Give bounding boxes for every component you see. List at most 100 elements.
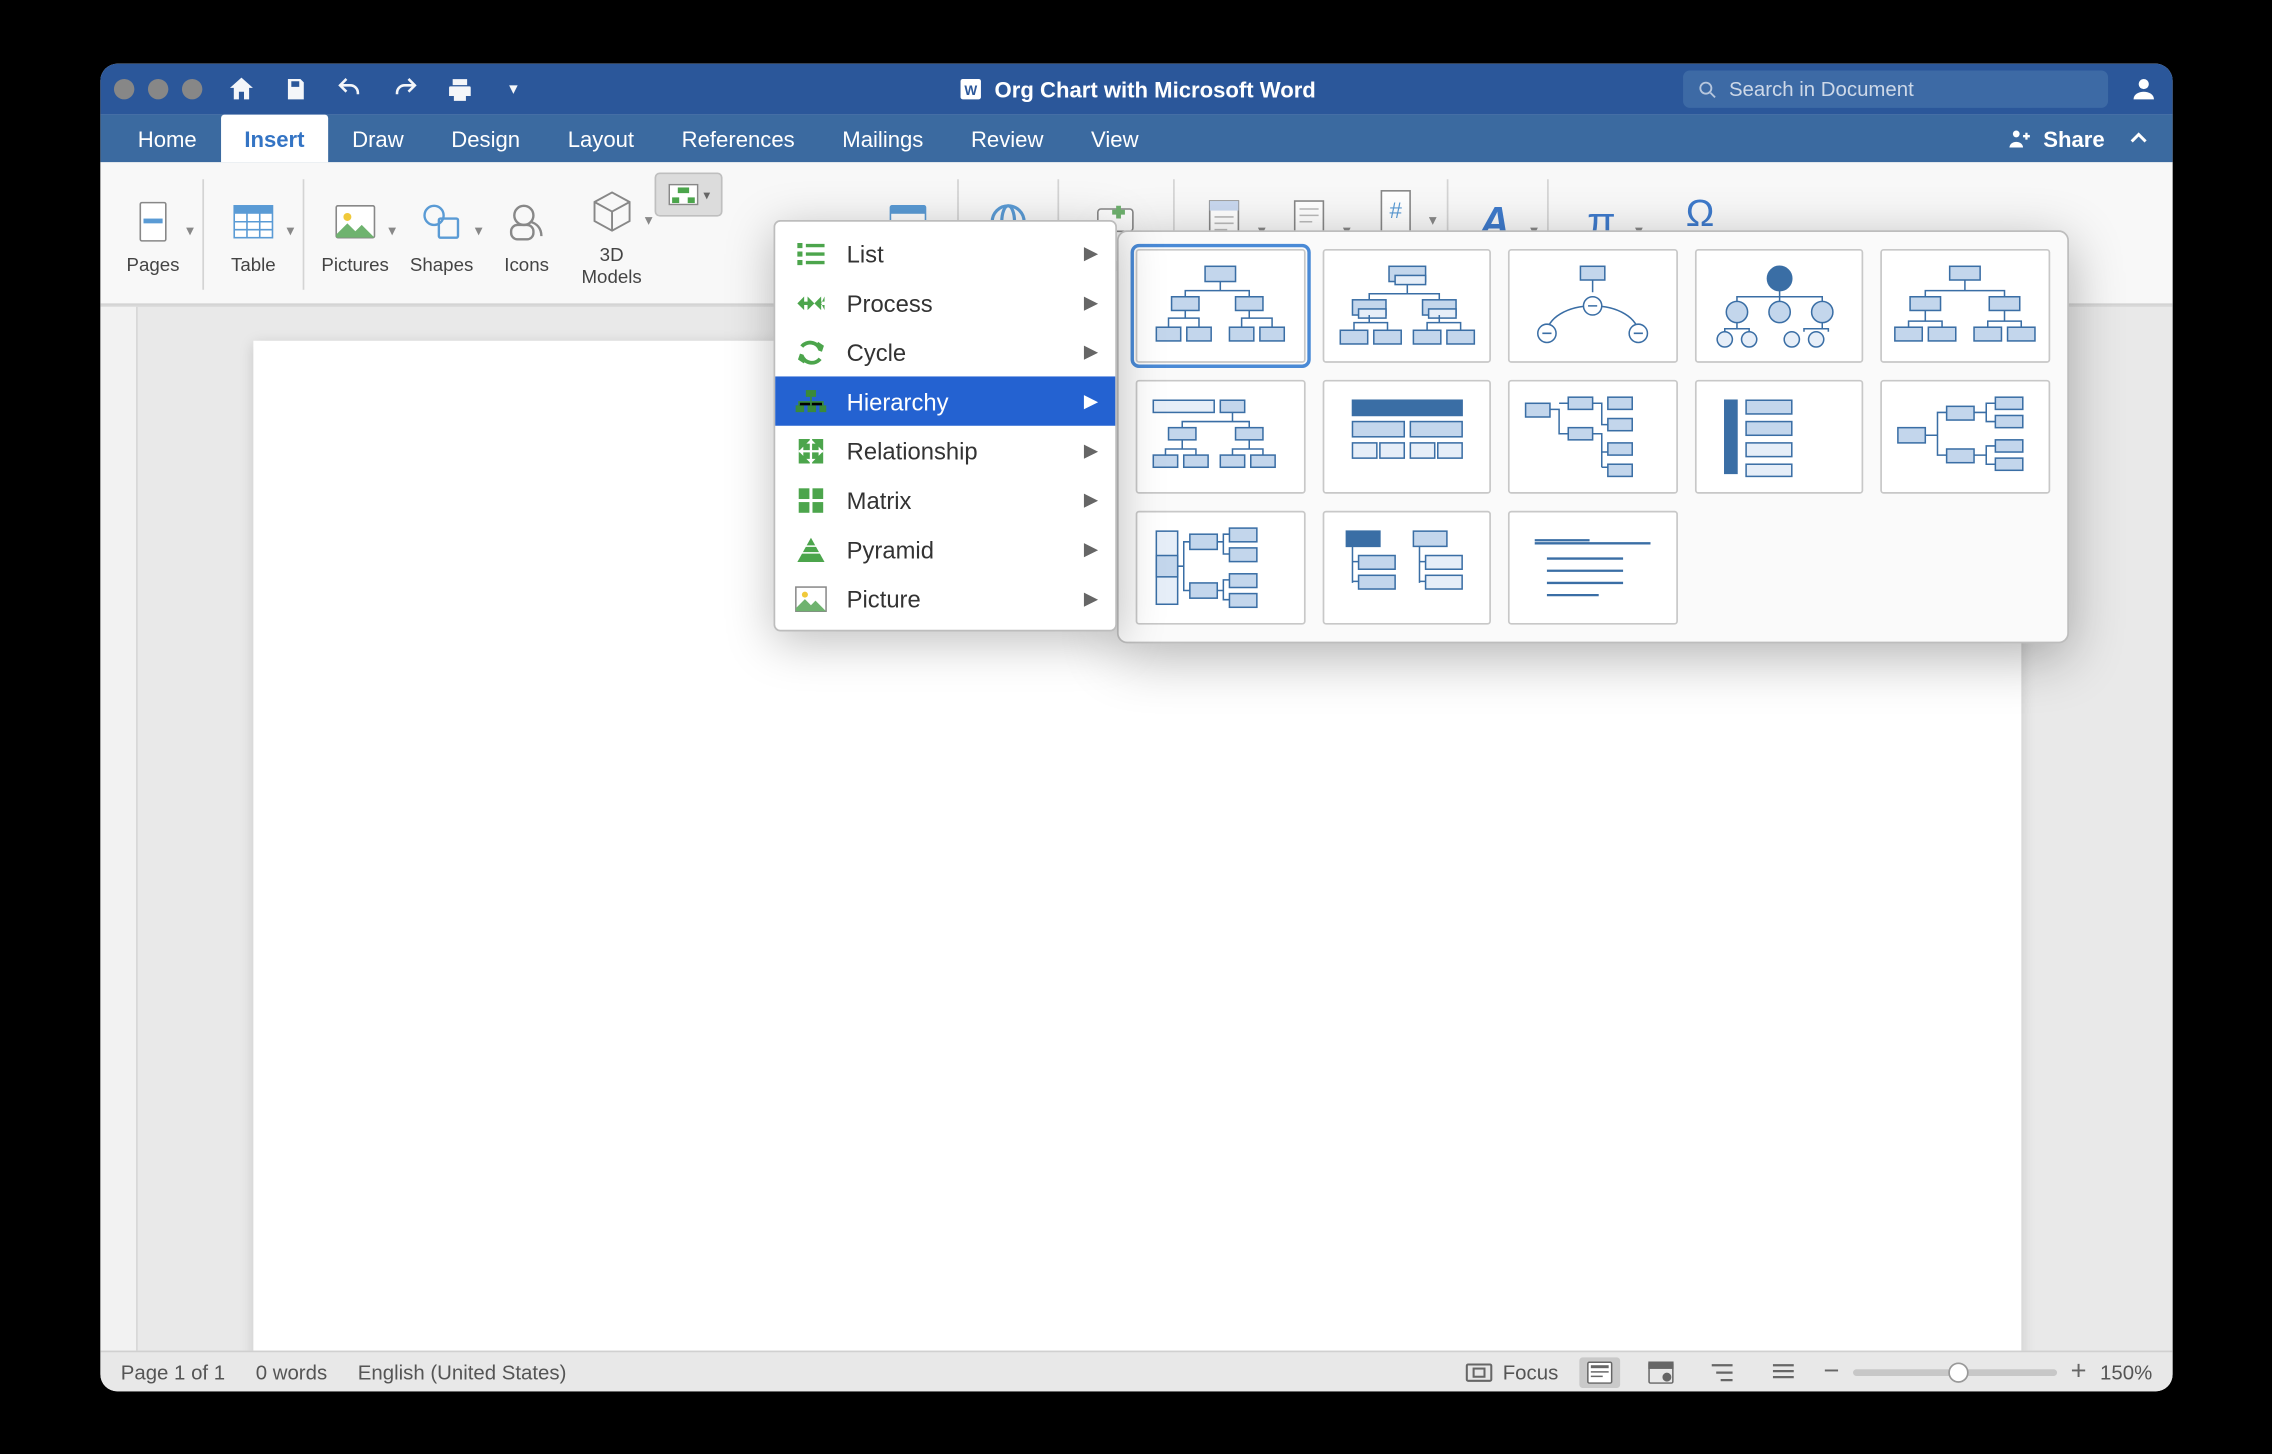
smartart-cat-process[interactable]: Process ▶ <box>775 277 1115 326</box>
submenu-arrow-icon: ▶ <box>1083 340 1097 362</box>
tab-review[interactable]: Review <box>947 114 1067 162</box>
focus-icon <box>1465 1361 1492 1381</box>
pyramid-icon <box>792 530 829 567</box>
window-controls[interactable] <box>113 78 201 98</box>
ribbon-table[interactable]: ▾ Table <box>210 169 295 300</box>
zoom-slider[interactable] <box>1852 1368 2056 1375</box>
status-language[interactable]: English (United States) <box>357 1359 566 1383</box>
collapse-ribbon-icon[interactable] <box>2121 121 2155 155</box>
status-page[interactable]: Page 1 of 1 <box>120 1359 224 1383</box>
view-print-layout[interactable] <box>1578 1356 1619 1387</box>
ribbon-icons[interactable]: Icons <box>484 169 569 300</box>
tab-draw[interactable]: Draw <box>328 114 427 162</box>
list-icon <box>792 234 829 271</box>
ribbon-tabs: Home Insert Draw Design Layout Reference… <box>100 114 2172 162</box>
smartart-cat-picture[interactable]: Picture ▶ <box>775 573 1115 622</box>
table-icon <box>227 197 278 248</box>
redo-icon[interactable] <box>389 73 420 104</box>
status-bar: Page 1 of 1 0 words English (United Stat… <box>100 1350 2172 1391</box>
submenu-arrow-icon: ▶ <box>1083 390 1097 412</box>
tab-insert[interactable]: Insert <box>220 114 328 162</box>
status-word-count[interactable]: 0 words <box>255 1359 326 1383</box>
search-input[interactable]: Search in Document <box>1683 70 2108 107</box>
smartart-cat-hierarchy[interactable]: Hierarchy ▶ <box>775 376 1115 425</box>
ribbon-smartart[interactable]: ▾ <box>654 172 722 216</box>
gallery-horizontal-multi-level[interactable] <box>1694 379 1863 493</box>
view-outline[interactable] <box>1701 1356 1742 1387</box>
focus-mode-button[interactable]: Focus <box>1465 1359 1558 1383</box>
undo-icon[interactable] <box>334 73 365 104</box>
ribbon-3d-models[interactable]: ▾ 3D Models <box>569 169 654 300</box>
smartart-cat-relationship[interactable]: Relationship ▶ <box>775 425 1115 474</box>
account-icon[interactable] <box>2128 73 2159 104</box>
gallery-horizontal-hierarchy[interactable] <box>1880 379 2049 493</box>
print-icon[interactable] <box>443 73 474 104</box>
gallery-horizontal-labeled-hierarchy[interactable] <box>1135 510 1304 624</box>
ribbon-insert: ▾ Pages ▾ Table ▾ Pictures ▾ Shapes Icon… <box>100 162 2172 305</box>
zoom-in-button[interactable]: + <box>2070 1356 2086 1387</box>
smartart-hierarchy-gallery <box>1116 230 2068 643</box>
relationship-icon <box>792 431 829 468</box>
gallery-horizontal-org-chart[interactable] <box>1508 379 1677 493</box>
search-icon <box>1696 78 1718 100</box>
cycle-icon <box>792 333 829 370</box>
submenu-arrow-icon: ▶ <box>1083 587 1097 609</box>
gallery-circle-picture-hierarchy[interactable] <box>1694 248 1863 362</box>
close-dot-icon[interactable] <box>113 78 133 98</box>
tab-home[interactable]: Home <box>113 114 220 162</box>
submenu-arrow-icon: ▶ <box>1083 537 1097 559</box>
ribbon-pictures[interactable]: ▾ Pictures <box>311 169 399 300</box>
home-icon[interactable] <box>226 73 257 104</box>
smartart-cat-list[interactable]: List ▶ <box>775 228 1115 277</box>
matrix-icon <box>792 480 829 517</box>
smartart-category-menu: List ▶ Process ▶ Cycle ▶ Hierarchy ▶ Rel… <box>773 220 1116 631</box>
icons-icon <box>501 197 552 248</box>
gallery-lined-list[interactable] <box>1508 510 1677 624</box>
save-icon[interactable] <box>280 73 311 104</box>
svg-text:Ω: Ω <box>1686 192 1715 235</box>
tab-design[interactable]: Design <box>427 114 543 162</box>
svg-text:W: W <box>964 82 977 97</box>
submenu-arrow-icon: ▶ <box>1083 242 1097 264</box>
smartart-cat-pyramid[interactable]: Pyramid ▶ <box>775 524 1115 573</box>
zoom-controls: − + 150% <box>1823 1356 2152 1387</box>
gallery-hierarchy-list[interactable] <box>1321 510 1490 624</box>
pictures-icon <box>329 197 380 248</box>
share-label: Share <box>2043 125 2104 151</box>
submenu-arrow-icon: ▶ <box>1083 291 1097 313</box>
picture-icon <box>792 579 829 616</box>
ribbon-shapes[interactable]: ▾ Shapes <box>399 169 484 300</box>
gallery-table-hierarchy[interactable] <box>1321 379 1490 493</box>
gallery-name-title-org-chart[interactable] <box>1321 248 1490 362</box>
submenu-arrow-icon: ▶ <box>1083 439 1097 461</box>
zoom-level[interactable]: 150% <box>2100 1359 2152 1383</box>
smartart-cat-cycle[interactable]: Cycle ▶ <box>775 327 1115 376</box>
shapes-icon <box>416 197 467 248</box>
quick-access-toolbar: ▾ <box>226 73 529 104</box>
svg-text:#: # <box>1389 198 1402 223</box>
fullscreen-dot-icon[interactable] <box>181 78 201 98</box>
view-web-layout[interactable] <box>1639 1356 1680 1387</box>
gallery-organization-chart[interactable] <box>1135 248 1304 362</box>
tab-layout[interactable]: Layout <box>543 114 657 162</box>
gallery-half-circle-org-chart[interactable] <box>1508 248 1677 362</box>
app-window: ▾ W Org Chart with Microsoft Word Search… <box>100 63 2172 1391</box>
zoom-out-button[interactable]: − <box>1823 1356 1839 1387</box>
tab-mailings[interactable]: Mailings <box>818 114 947 162</box>
vertical-ruler[interactable] <box>100 306 137 1350</box>
gallery-labeled-hierarchy[interactable] <box>1135 379 1304 493</box>
submenu-arrow-icon: ▶ <box>1083 488 1097 510</box>
minimize-dot-icon[interactable] <box>147 78 167 98</box>
pages-icon <box>127 197 178 248</box>
tab-view[interactable]: View <box>1067 114 1162 162</box>
ribbon-pages[interactable]: ▾ Pages <box>110 169 195 300</box>
tab-references[interactable]: References <box>657 114 818 162</box>
gallery-hierarchy[interactable] <box>1880 248 2049 362</box>
document-title: Org Chart with Microsoft Word <box>994 76 1315 102</box>
view-draft[interactable] <box>1762 1356 1803 1387</box>
process-icon <box>792 283 829 320</box>
search-placeholder: Search in Document <box>1728 77 1913 101</box>
share-button[interactable]: Share <box>2005 124 2104 151</box>
qat-customize-icon[interactable]: ▾ <box>498 73 529 104</box>
smartart-cat-matrix[interactable]: Matrix ▶ <box>775 475 1115 524</box>
